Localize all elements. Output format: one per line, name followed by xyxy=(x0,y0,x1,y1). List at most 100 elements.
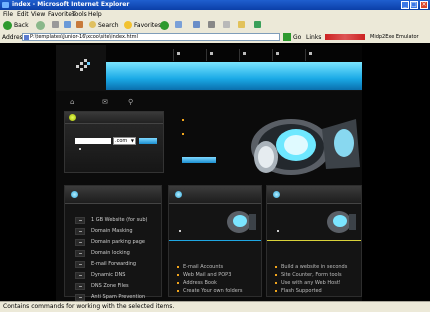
contact-link-icon[interactable]: ✉ xyxy=(102,98,108,106)
list-item[interactable]: 1 GB Website (for sub) xyxy=(75,216,155,227)
list-item[interactable]: Use with any Web Host! xyxy=(275,279,347,287)
tld-select[interactable]: .com ▼ xyxy=(113,137,136,145)
list-item[interactable]: Domain locking xyxy=(75,249,155,260)
list-item[interactable]: Domain Masking xyxy=(75,227,155,238)
window-title: index - Microsoft Internet Explorer xyxy=(12,1,130,8)
minimize-button[interactable]: _ xyxy=(401,1,409,9)
close-button[interactable]: × xyxy=(420,1,428,9)
domain-search-button[interactable] xyxy=(139,138,157,144)
list-item[interactable]: E-mail Accounts xyxy=(177,263,243,271)
nav-item-4[interactable] xyxy=(272,49,305,61)
search-icon[interactable] xyxy=(89,21,96,28)
bullet-icon xyxy=(69,114,76,121)
list-item-label: Domain Masking xyxy=(91,228,133,234)
go-button[interactable]: Go xyxy=(293,34,301,41)
item-icon xyxy=(75,294,85,301)
search-button[interactable]: Search xyxy=(98,21,119,30)
list-item[interactable]: Create Your own folders xyxy=(177,287,243,295)
chevron-down-icon: ▼ xyxy=(130,138,134,143)
refresh-icon[interactable] xyxy=(64,21,71,28)
list-item[interactable]: DNS Zone Files xyxy=(75,282,155,293)
item-icon xyxy=(75,261,85,268)
nav-dot-icon xyxy=(177,52,180,55)
bullet-icon xyxy=(71,191,78,198)
media-icon[interactable] xyxy=(160,21,169,30)
emulator-link[interactable]: Midp2Exe Emulator xyxy=(370,34,419,40)
header-banner xyxy=(106,62,362,90)
menu-edit[interactable]: Edit xyxy=(17,11,29,18)
dot-icon xyxy=(182,133,184,135)
title-bar: index - Microsoft Internet Explorer _ □ … xyxy=(0,0,430,10)
list-item[interactable]: E-mail Forwarding xyxy=(75,260,155,271)
messenger-icon[interactable] xyxy=(254,21,261,28)
home-link-icon[interactable]: ⌂ xyxy=(70,98,74,106)
list-item[interactable]: Dynamic DNS xyxy=(75,271,155,282)
item-icon xyxy=(75,217,85,224)
nav-dot-icon xyxy=(309,52,312,55)
website: ⌂ ✉ ⚲ .com ▼ 1 GB Website (for sub) Doma… xyxy=(56,45,362,301)
menu-view[interactable]: View xyxy=(31,11,45,18)
bullet-icon xyxy=(273,191,280,198)
favorites-star-icon[interactable] xyxy=(124,21,132,29)
list-item[interactable]: Anti Spam Prevention xyxy=(75,293,155,301)
column-header xyxy=(267,186,361,204)
home-icon[interactable] xyxy=(76,21,83,28)
dot-icon xyxy=(79,148,81,150)
hero-area xyxy=(166,109,362,177)
menu-file[interactable]: File xyxy=(3,11,13,18)
list-item[interactable]: Build a website in seconds xyxy=(275,263,347,271)
sitebuilder-list: Build a website in seconds Site Counter,… xyxy=(275,263,347,295)
mail-icon[interactable] xyxy=(193,21,200,28)
speaker-thumbnail-image xyxy=(227,211,256,233)
column-header xyxy=(65,186,161,204)
address-input[interactable]: P:\templates\Junior-16\xcoo\site\index.h… xyxy=(22,33,280,41)
go-arrow-icon[interactable] xyxy=(283,33,291,41)
stop-icon[interactable] xyxy=(52,21,59,28)
column-header xyxy=(169,186,261,204)
status-bar: Contains commands for working with the s… xyxy=(0,301,430,312)
history-icon[interactable] xyxy=(175,21,182,28)
menu-help[interactable]: Help xyxy=(88,11,102,18)
list-item-label: E-mail Forwarding xyxy=(91,261,137,267)
hero-button[interactable] xyxy=(182,157,216,163)
folder-icon[interactable] xyxy=(238,21,245,28)
links-label[interactable]: Links xyxy=(306,34,321,41)
panel-header xyxy=(65,112,163,124)
toolbar-logo-icon[interactable] xyxy=(325,34,365,40)
item-icon xyxy=(75,239,85,246)
item-icon xyxy=(75,272,85,279)
list-item-label: Anti Spam Prevention xyxy=(91,294,146,300)
standard-toolbar: Back Search Favorites xyxy=(0,19,430,33)
address-value: P:\templates\Junior-16\xcoo\site\index.h… xyxy=(30,34,138,40)
domain-search-panel: .com ▼ xyxy=(64,111,164,173)
page-icon xyxy=(24,35,29,40)
maximize-button[interactable]: □ xyxy=(410,1,418,9)
nav-item-3[interactable] xyxy=(239,49,272,61)
list-item[interactable]: Web Mail and POP3 xyxy=(177,271,243,279)
quick-icons: ⌂ ✉ ⚲ xyxy=(56,95,362,109)
list-item[interactable]: Flash Supported xyxy=(275,287,347,295)
list-item-label: 1 GB Website (for sub) xyxy=(91,217,148,223)
nav-dot-icon xyxy=(210,52,213,55)
nav-item-5[interactable] xyxy=(305,49,338,61)
back-arrow-icon[interactable] xyxy=(3,21,12,30)
domain-search-input[interactable] xyxy=(75,138,111,144)
tld-select-value: .com xyxy=(115,138,128,144)
favorites-button[interactable]: Favorites xyxy=(134,21,161,30)
nav-item-2[interactable] xyxy=(206,49,239,61)
forward-arrow-icon[interactable] xyxy=(36,21,45,30)
list-item[interactable]: Address Book xyxy=(177,279,243,287)
bullet-icon xyxy=(175,191,182,198)
column-divider xyxy=(169,240,261,241)
sitemap-link-icon[interactable]: ⚲ xyxy=(128,98,133,106)
list-item-label: Domain locking xyxy=(91,250,130,256)
list-item[interactable]: Domain parking page xyxy=(75,238,155,249)
nav-item-1[interactable] xyxy=(173,49,206,61)
back-button[interactable]: Back xyxy=(14,21,29,30)
email-column: E-mail Accounts Web Mail and POP3 Addres… xyxy=(168,185,262,297)
menu-tools[interactable]: Tools xyxy=(72,11,87,18)
list-item[interactable]: Site Counter, Form tools xyxy=(275,271,347,279)
dot-icon xyxy=(179,230,181,232)
edit-icon[interactable] xyxy=(223,21,230,28)
print-icon[interactable] xyxy=(208,21,215,28)
